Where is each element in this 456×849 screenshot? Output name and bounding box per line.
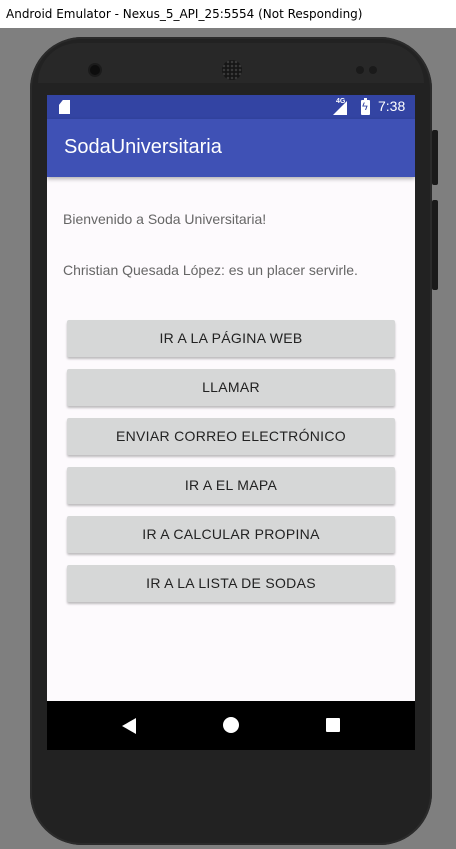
sodas-list-button[interactable]: IR A LA LISTA DE SODAS xyxy=(67,565,395,602)
status-clock: 7:38 xyxy=(378,98,406,114)
back-icon[interactable] xyxy=(122,718,136,734)
proximity-sensor xyxy=(356,66,364,74)
network-type-label: 4G xyxy=(336,98,346,105)
call-button[interactable]: LLAMAR xyxy=(67,369,395,406)
front-camera xyxy=(90,65,100,75)
app-title: SodaUniversitaria xyxy=(64,136,222,158)
tip-calculator-button[interactable]: IR A CALCULAR PROPINA xyxy=(67,516,395,553)
recents-icon[interactable] xyxy=(326,718,340,732)
map-button[interactable]: IR A EL MAPA xyxy=(67,467,395,504)
send-email-button[interactable]: ENVIAR CORREO ELECTRÓNICO xyxy=(67,418,395,455)
owner-text: Christian Quesada López: es un placer se… xyxy=(63,262,358,278)
app-bar: SodaUniversitaria xyxy=(47,119,415,177)
device-side-button xyxy=(432,130,438,185)
light-sensor xyxy=(369,66,377,74)
navigation-bar xyxy=(47,701,415,750)
sd-card-icon xyxy=(59,100,70,114)
window-title: Android Emulator - Nexus_5_API_25:5554 (… xyxy=(0,0,456,28)
device-side-button xyxy=(432,200,438,290)
earpiece-speaker xyxy=(222,60,242,80)
website-button[interactable]: IR A LA PÁGINA WEB xyxy=(67,320,395,357)
welcome-text: Bienvenido a Soda Universitaria! xyxy=(63,211,267,227)
device-screen: 4G ϟ 7:38 SodaUniversitaria Bienvenido a… xyxy=(47,95,415,750)
home-icon[interactable] xyxy=(223,717,239,733)
status-bar: 4G ϟ 7:38 xyxy=(47,95,415,119)
battery-charging-icon: ϟ xyxy=(361,98,370,115)
